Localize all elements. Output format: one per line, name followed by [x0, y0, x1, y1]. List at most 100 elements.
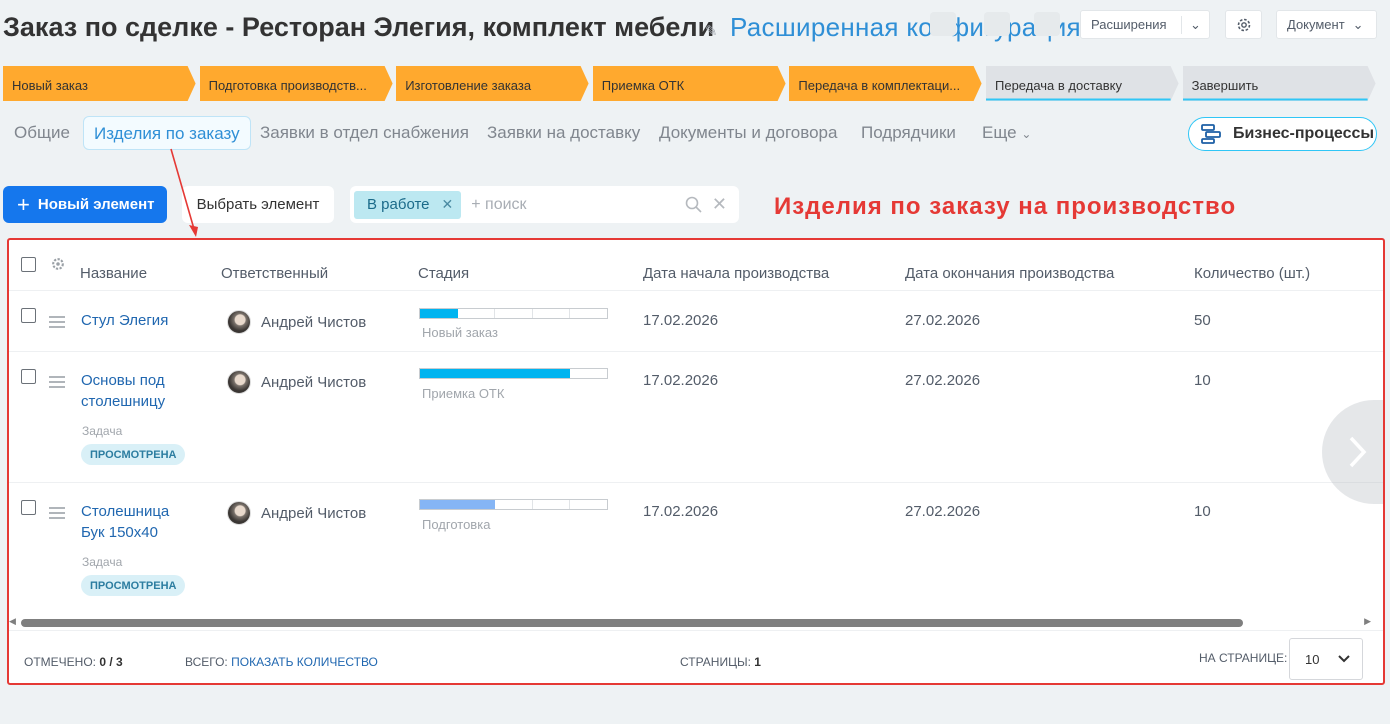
- filter-chip[interactable]: В работе ✕: [354, 190, 462, 219]
- stage-step[interactable]: Подготовка производств...: [199, 66, 397, 101]
- stage-progress[interactable]: [419, 308, 608, 319]
- page-title: Заказ по сделке - Ресторан Элегия, компл…: [3, 12, 715, 42]
- item-name-link[interactable]: Основы под столешницу: [81, 370, 201, 412]
- search-input[interactable]: + поиск: [471, 196, 685, 214]
- progress-segment: [420, 309, 458, 318]
- filter-search-box[interactable]: В работе ✕ + поиск ✕: [350, 186, 739, 223]
- search-icon[interactable]: [685, 196, 702, 213]
- row-checkbox[interactable]: [21, 308, 36, 323]
- column-header-start-date[interactable]: Дата начала производства: [643, 265, 829, 282]
- stage-caption: Подготовка: [422, 517, 491, 532]
- progress-segment: [533, 500, 571, 509]
- scroll-right-icon[interactable]: ▶: [1364, 616, 1371, 627]
- progress-segment: [570, 500, 607, 509]
- stage-step[interactable]: Завершить: [1182, 66, 1380, 101]
- new-element-button[interactable]: + Новый элемент: [3, 186, 167, 223]
- tab-documents[interactable]: Документы и договора: [649, 116, 847, 150]
- progress-segment: [532, 369, 571, 378]
- item-name-link[interactable]: Стул Элегия: [81, 310, 201, 331]
- extensions-label: Расширения: [1091, 17, 1167, 32]
- business-process-icon: [1201, 124, 1221, 144]
- responsible-user[interactable]: Андрей Чистов: [227, 310, 366, 334]
- selected-count: ОТМЕЧЕНО: 0 / 3: [24, 655, 123, 669]
- horizontal-scrollbar[interactable]: ◀ ▶: [9, 616, 1383, 628]
- stage-progress[interactable]: [419, 368, 608, 379]
- per-page-value: 10: [1305, 651, 1320, 667]
- stage-step[interactable]: Изготовление заказа: [396, 66, 593, 101]
- tab-general[interactable]: Общие: [4, 116, 80, 150]
- scrollbar-thumb[interactable]: [21, 619, 1243, 627]
- pages-value: 1: [754, 655, 761, 669]
- settings-button[interactable]: [1225, 10, 1262, 39]
- chevron-right-icon: [1349, 436, 1367, 468]
- stage-step-label: Изготовление заказа: [405, 78, 532, 93]
- divider: [9, 351, 1383, 352]
- progress-segment: [495, 309, 533, 318]
- scroll-left-icon[interactable]: ◀: [9, 616, 16, 627]
- stage-progress[interactable]: [419, 499, 608, 510]
- responsible-name: Андрей Чистов: [261, 504, 367, 522]
- document-button[interactable]: Документ ⌄: [1276, 10, 1377, 39]
- column-settings-gear-icon[interactable]: [51, 257, 65, 271]
- task-caption: Задача: [82, 424, 123, 438]
- column-header-stage[interactable]: Стадия: [418, 265, 469, 282]
- business-processes-button[interactable]: Бизнес-процессы: [1188, 117, 1377, 151]
- tab-supply-requests[interactable]: Заявки в отдел снабжения: [250, 116, 479, 150]
- per-page-select[interactable]: 10: [1289, 638, 1363, 680]
- close-icon[interactable]: ✕: [442, 196, 454, 213]
- stage-step-label: Приемка ОТК: [601, 78, 685, 93]
- chevron-down-icon: [1338, 655, 1350, 663]
- extensions-button[interactable]: Расширения ⌄: [1080, 10, 1210, 39]
- column-header-name[interactable]: Название: [80, 265, 147, 282]
- end-date-cell: 27.02.2026: [905, 503, 981, 520]
- end-date-cell: 27.02.2026: [905, 372, 981, 389]
- show-count-link[interactable]: ПОКАЗАТЬ КОЛИЧЕСТВО: [231, 655, 378, 669]
- stage-step[interactable]: Передача в комплектаци...: [789, 66, 986, 101]
- per-page-label: НА СТРАНИЦЕ:: [1199, 651, 1288, 665]
- stage-caption: Новый заказ: [422, 325, 498, 340]
- stage-step[interactable]: Передача в доставку: [986, 66, 1183, 101]
- progress-segment: [458, 309, 496, 318]
- responsible-name: Андрей Чистов: [261, 373, 367, 391]
- progress-segment: [495, 369, 533, 378]
- select-all-checkbox[interactable]: [21, 257, 36, 272]
- row-checkbox[interactable]: [21, 369, 36, 384]
- stage-step[interactable]: Приемка ОТК: [592, 66, 790, 101]
- end-date-cell: 27.02.2026: [905, 312, 981, 329]
- column-header-end-date[interactable]: Дата окончания производства: [905, 265, 1114, 282]
- scroll-right-button[interactable]: [1322, 400, 1383, 504]
- extended-config-link[interactable]: Расширенная конфигурация: [730, 12, 1081, 43]
- selected-value: 0 / 3: [99, 655, 123, 669]
- drag-handle-icon[interactable]: [49, 316, 65, 331]
- row-checkbox[interactable]: [21, 500, 36, 515]
- responsible-user[interactable]: Андрей Чистов: [227, 501, 366, 525]
- item-name-link[interactable]: Столешница Бук 150х40: [81, 501, 191, 543]
- stage-step-label: Завершить: [1191, 78, 1259, 93]
- progress-segment: [495, 500, 533, 509]
- quantity-cell: 10: [1194, 503, 1211, 520]
- progress-segment: [420, 500, 458, 509]
- start-date-cell: 17.02.2026: [643, 312, 719, 329]
- stage-step-label: Передача в доставку: [995, 78, 1123, 93]
- edit-pencil-icon[interactable]: ✎: [705, 22, 718, 40]
- drag-handle-icon[interactable]: [49, 507, 65, 522]
- annotation-arrow: [170, 148, 198, 237]
- annotation-text: Изделия по заказу на производство: [774, 193, 1237, 220]
- responsible-name: Андрей Чистов: [261, 313, 367, 331]
- status-badge: ПРОСМОТРЕНА: [81, 575, 186, 596]
- info-icon[interactable]: [1034, 12, 1060, 36]
- list-icon[interactable]: [984, 12, 1010, 36]
- business-processes-label: Бизнес-процессы: [1233, 125, 1375, 142]
- stage-step[interactable]: Новый заказ: [3, 66, 200, 101]
- tab-delivery-requests[interactable]: Заявки на доставку: [477, 116, 650, 150]
- tab-contractors[interactable]: Подрядчики: [851, 116, 966, 150]
- drag-handle-icon[interactable]: [49, 376, 65, 391]
- link-icon[interactable]: [930, 12, 956, 36]
- stage-step-label: Новый заказ: [12, 78, 88, 93]
- column-header-responsible[interactable]: Ответственный: [221, 265, 328, 282]
- clear-icon[interactable]: ✕: [712, 194, 727, 215]
- stage-step-label: Подготовка производств...: [208, 78, 367, 93]
- tab-more[interactable]: Еще ⌄: [972, 116, 1041, 150]
- responsible-user[interactable]: Андрей Чистов: [227, 370, 366, 394]
- column-header-quantity[interactable]: Количество (шт.): [1194, 265, 1310, 282]
